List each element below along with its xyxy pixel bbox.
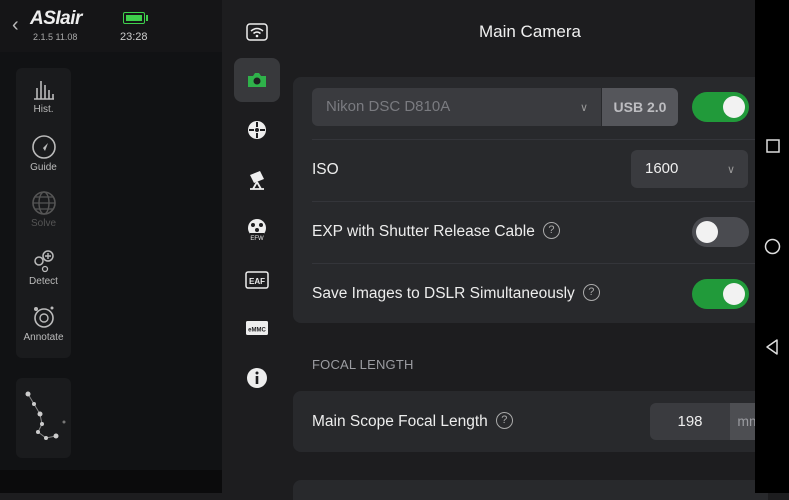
help-icon[interactable]: ? [582,284,600,302]
focal-length-input[interactable]: 198 [650,403,730,440]
constellation-preview[interactable] [16,378,71,458]
camera-select[interactable]: Nikon DSC D810A ∨ [312,88,601,126]
tool-label: Solve [30,218,56,229]
emmc-icon: eMMC [246,321,268,335]
iso-select-value: 1600 [645,160,679,177]
page-title: Main Camera [478,22,582,41]
nav-eaf[interactable]: EAF [234,258,280,302]
guide-scope-icon [248,121,266,139]
tool-label: Annotate [23,332,64,343]
next-card [293,480,768,500]
usb-badge: USB 2.0 [602,88,678,126]
annotate-icon [33,306,54,328]
bottom-bar [0,470,222,493]
app-logo: ASIair [30,8,82,29]
iso-row: ISO 1600 ∨ [312,139,768,202]
tool-solve[interactable]: Solve [16,190,71,229]
tool-guide[interactable]: Guide [16,134,71,173]
constellation-icon [25,391,66,440]
telescope-mount-icon [250,171,264,190]
focal-label: Main Scope Focal Length? [312,391,513,452]
nav-efw[interactable]: EFW [234,208,280,252]
histogram-icon [33,81,54,100]
save-dslr-toggle[interactable] [692,279,749,309]
efw-icon: EFW [248,219,266,242]
help-icon[interactable]: ? [495,412,513,430]
tool-sidebar: Hist. Guide Solve Detect Annotate [16,68,71,358]
svg-text:EAF: EAF [249,277,265,286]
tool-label: Hist. [33,104,54,115]
iso-label: ISO [312,161,339,178]
exp-cable-label: EXP with Shutter Release Cable? [312,201,560,263]
eaf-icon: EAF [245,271,269,289]
recents-icon[interactable] [765,138,781,154]
nav-mount[interactable] [234,158,280,202]
tool-annotate[interactable]: Annotate [16,304,71,343]
tool-hist[interactable]: Hist. [16,76,71,115]
exp-cable-row: EXP with Shutter Release Cable? [312,201,768,264]
iso-select[interactable]: 1600 ∨ [631,150,748,188]
settings-nav: EFW EAF eMMC [222,0,292,493]
tool-detect[interactable]: Detect [16,248,71,287]
section-header: FOCAL LENGTH [312,357,414,372]
svg-text:eMMC: eMMC [248,328,266,334]
back-icon[interactable]: ‹ [12,14,19,37]
chevron-down-icon: ∨ [580,102,589,114]
nav-wifi[interactable] [234,10,280,54]
camera-toggle[interactable] [692,92,749,122]
version-label: 2.1.5 11.08 [33,32,78,42]
guide-icon [31,135,56,159]
camera-settings-card: Nikon DSC D810A ∨ USB 2.0 ISO 1600 ∨ EXP… [293,77,768,323]
system-nav-bar [755,0,789,493]
wifi-icon [246,23,268,41]
detect-icon [33,250,54,273]
camera-icon [248,73,266,87]
solve-icon [31,191,56,215]
back-nav-icon[interactable] [764,338,780,356]
chevron-down-icon: ∨ [727,164,736,176]
camera-row: Nikon DSC D810A ∨ USB 2.0 [312,77,768,140]
home-icon[interactable] [764,238,781,255]
status-bar: ‹ ASIair 2.1.5 11.08 23:28 [0,0,222,52]
info-icon [247,368,267,388]
left-panel: ‹ ASIair 2.1.5 11.08 23:28 Hist. Guide S… [0,0,222,493]
save-dslr-row: Save Images to DSLR Simultaneously? [312,263,768,325]
nav-info[interactable] [234,356,280,400]
nav-emmc[interactable]: eMMC [234,306,280,350]
svg-text:EFW: EFW [250,236,264,242]
nav-guide-camera[interactable] [234,108,280,152]
focal-length-card: Main Scope Focal Length? 198 mm [293,391,768,452]
nav-main-camera[interactable] [234,58,280,102]
camera-select-value: Nikon DSC D810A [326,98,451,115]
exp-cable-toggle[interactable] [692,217,749,247]
focal-row: Main Scope Focal Length? 198 mm [312,391,768,452]
tool-label: Detect [29,276,58,287]
tool-label: Guide [30,162,57,173]
save-dslr-label: Save Images to DSLR Simultaneously? [312,263,600,325]
battery-icon [123,12,148,24]
help-icon[interactable]: ? [542,222,560,240]
clock: 23:28 [120,31,148,43]
